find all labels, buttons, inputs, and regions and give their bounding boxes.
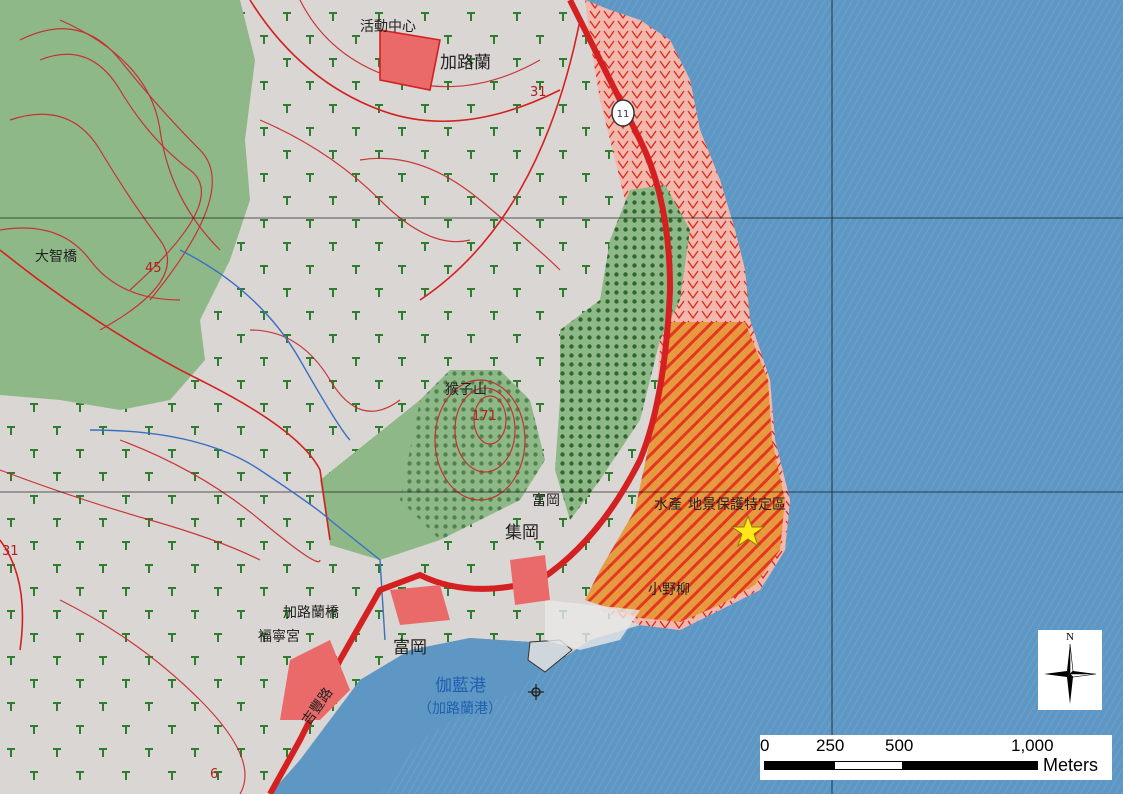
label-dazhi-bridge: 大智橋 <box>35 249 77 265</box>
star-icon[interactable] <box>731 515 765 547</box>
scale-segment <box>834 761 903 770</box>
scale-units: Meters <box>1043 755 1099 775</box>
scale-segment <box>764 761 835 770</box>
scale-bar: 0 250 500 1,000 Meters <box>760 735 1112 780</box>
elevation-label: 171 <box>472 409 497 424</box>
highway-shield-number: 11 <box>617 109 630 120</box>
map-base-layer <box>0 0 1123 794</box>
harbor-icon <box>528 684 544 700</box>
label-geology: 小野柳 <box>648 582 690 598</box>
compass-icon <box>1044 643 1097 704</box>
label-houzishan: 猴子山 <box>445 382 487 398</box>
label-jialulan-bridge: 加路蘭橋 <box>283 605 339 621</box>
label-protected-zone: 地景保護特定區 <box>688 497 786 513</box>
elevation-label: 31 <box>530 85 547 100</box>
elevation-label: 31 <box>2 544 19 559</box>
elevation-label: 45 <box>145 261 162 276</box>
north-arrow: N <box>1038 630 1102 710</box>
scale-tick-label: 0 <box>760 736 770 755</box>
label-funing-temple: 福寧宮 <box>258 629 300 645</box>
scale-tick-label: 250 <box>816 736 845 755</box>
topographic-map[interactable]: 活動中心 加路蘭 大智橋 猴子山 富岡 集岡 加路蘭橋 福寧宮 富岡 伽藍港 （… <box>0 0 1123 794</box>
label-jialulan: 加路蘭 <box>440 53 491 73</box>
scale-tick-label: 500 <box>885 736 914 755</box>
label-harbor-alias: （加路蘭港） <box>418 701 502 717</box>
label-activity-center: 活動中心 <box>360 19 416 35</box>
scale-tick-label: 1,000 <box>1011 736 1054 755</box>
label-jigang: 集岡 <box>505 523 539 543</box>
label-harbor-name: 伽藍港 <box>435 676 486 696</box>
highway-shield-icon: 11 <box>611 99 635 127</box>
elevation-label: 6 <box>210 767 219 782</box>
scale-segment <box>902 761 1038 770</box>
label-fugang: 富岡 <box>393 638 427 658</box>
label-fugang-upper: 富岡 <box>532 493 560 509</box>
label-zone-note: 水產 <box>654 497 682 513</box>
